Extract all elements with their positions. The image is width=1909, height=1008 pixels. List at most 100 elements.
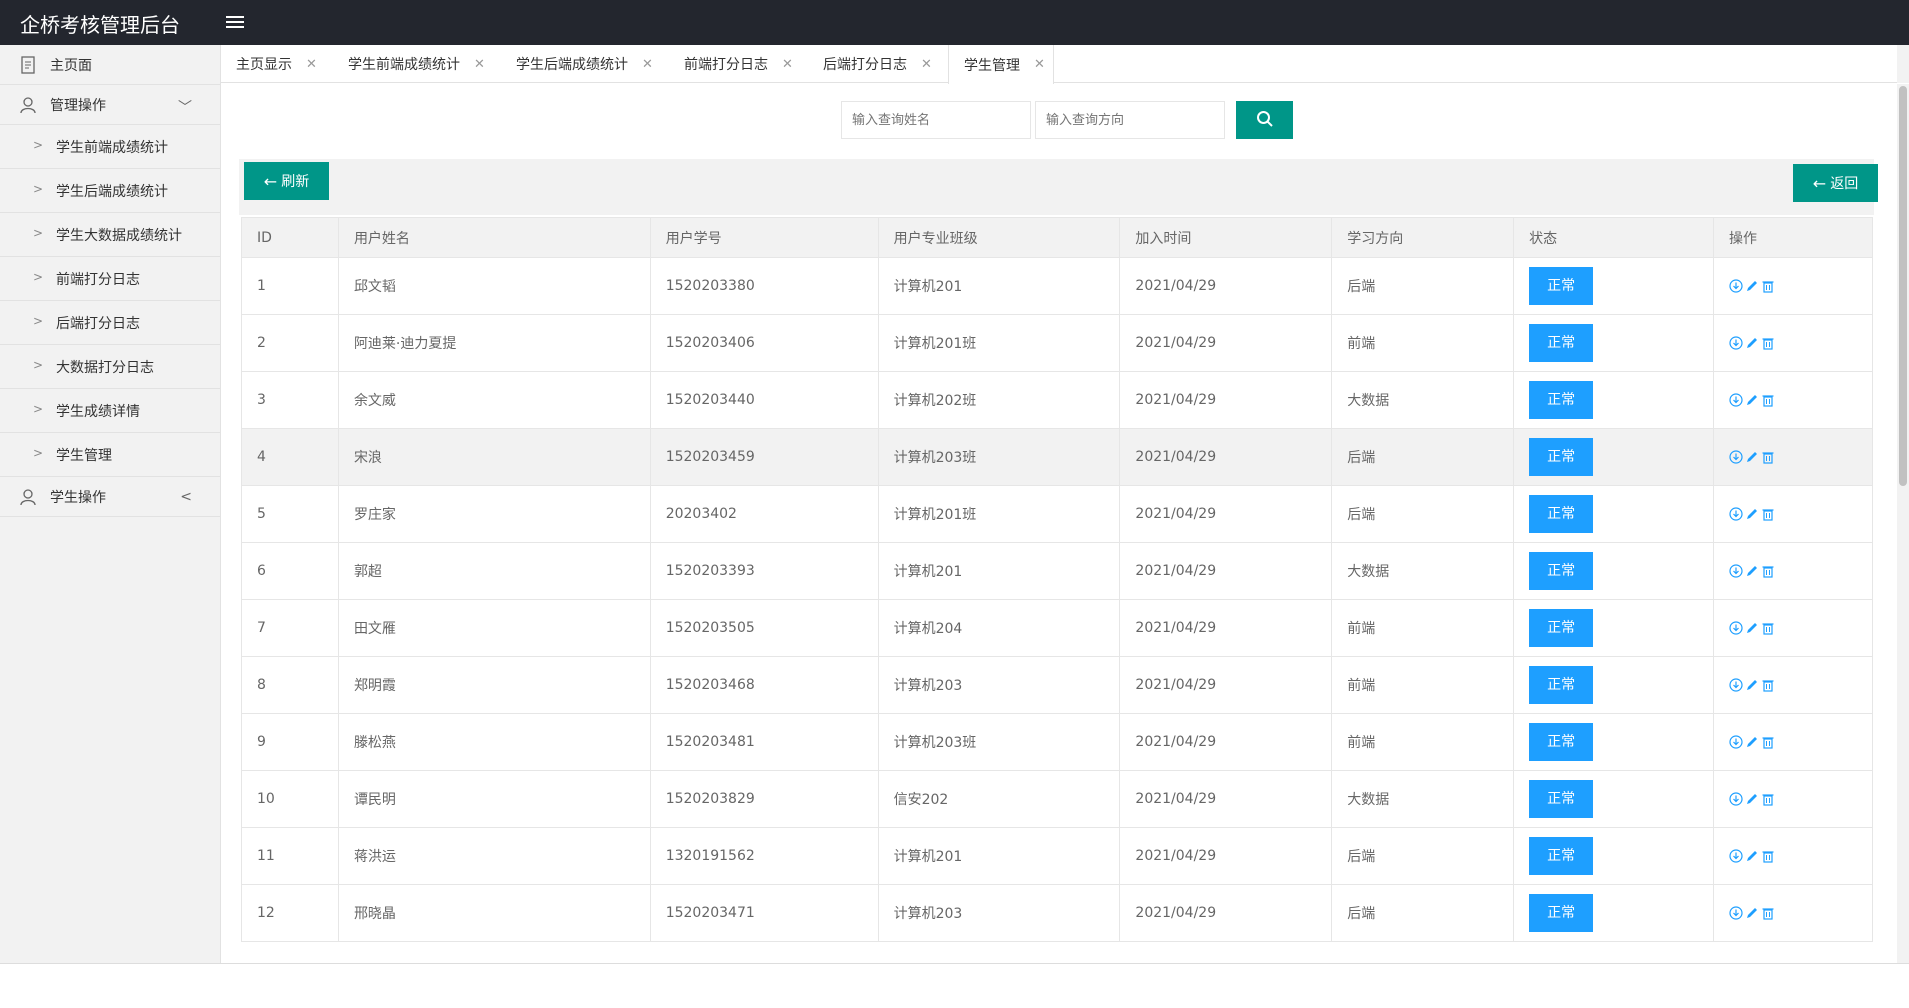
status-button[interactable]: 正常 bbox=[1529, 438, 1594, 476]
cell-student-id: 20203402 bbox=[649, 485, 879, 543]
sidebar-subitem[interactable]: > 后端打分日志 bbox=[0, 301, 220, 345]
status-button[interactable]: 正常 bbox=[1529, 381, 1594, 419]
delete-icon[interactable] bbox=[1761, 564, 1775, 578]
delete-icon[interactable] bbox=[1761, 279, 1775, 293]
menu-toggle-icon[interactable] bbox=[226, 16, 244, 30]
back-button[interactable]: ← 返回 bbox=[1793, 164, 1878, 202]
status-button[interactable]: 正常 bbox=[1529, 324, 1594, 362]
delete-icon[interactable] bbox=[1761, 735, 1775, 749]
sidebar-subitem[interactable]: > 学生管理 bbox=[0, 433, 220, 477]
delete-icon[interactable] bbox=[1761, 792, 1775, 806]
status-button[interactable]: 正常 bbox=[1529, 780, 1594, 818]
edit-icon[interactable] bbox=[1745, 393, 1759, 407]
download-icon[interactable] bbox=[1729, 849, 1743, 863]
delete-icon[interactable] bbox=[1761, 906, 1775, 920]
download-icon[interactable] bbox=[1729, 564, 1743, 578]
download-icon[interactable] bbox=[1729, 678, 1743, 692]
sidebar-subitem[interactable]: > 学生大数据成绩统计 bbox=[0, 213, 220, 257]
close-icon[interactable]: ✕ bbox=[1034, 57, 1045, 72]
download-icon[interactable] bbox=[1729, 906, 1743, 920]
close-icon[interactable]: ✕ bbox=[921, 57, 932, 72]
table-row: 4 宋浪 1520203459 计算机203班 2021/04/29 后端 正常 bbox=[241, 428, 1873, 486]
column-header[interactable]: 状态 bbox=[1513, 217, 1715, 258]
status-button[interactable]: 正常 bbox=[1529, 894, 1594, 932]
download-icon[interactable] bbox=[1729, 735, 1743, 749]
search-button[interactable] bbox=[1236, 101, 1293, 139]
chevron-right-icon: > bbox=[33, 226, 44, 240]
sidebar-subitem[interactable]: > 前端打分日志 bbox=[0, 257, 220, 301]
tab-home[interactable]: 主页显示 ✕ bbox=[221, 45, 317, 83]
sidebar-subitem[interactable]: > 大数据打分日志 bbox=[0, 345, 220, 389]
column-header[interactable]: 学习方向 bbox=[1331, 217, 1515, 258]
download-icon[interactable] bbox=[1729, 279, 1743, 293]
sidebar-subitem[interactable]: > 学生前端成绩统计 bbox=[0, 125, 220, 169]
edit-icon[interactable] bbox=[1745, 450, 1759, 464]
column-header[interactable]: 操作 bbox=[1713, 217, 1873, 258]
delete-icon[interactable] bbox=[1761, 336, 1775, 350]
edit-icon[interactable] bbox=[1745, 279, 1759, 293]
search-direction-input[interactable] bbox=[1035, 101, 1225, 139]
scrollbar-thumb[interactable] bbox=[1899, 86, 1907, 486]
column-header[interactable]: 用户姓名 bbox=[337, 217, 651, 258]
status-button[interactable]: 正常 bbox=[1529, 552, 1594, 590]
edit-icon[interactable] bbox=[1745, 507, 1759, 521]
edit-icon[interactable] bbox=[1745, 621, 1759, 635]
edit-icon[interactable] bbox=[1745, 792, 1759, 806]
delete-icon[interactable] bbox=[1761, 450, 1775, 464]
download-icon[interactable] bbox=[1729, 507, 1743, 521]
status-button[interactable]: 正常 bbox=[1529, 495, 1594, 533]
cell-actions bbox=[1713, 428, 1873, 486]
delete-icon[interactable] bbox=[1761, 393, 1775, 407]
tab-frontend-stats[interactable]: 学生前端成绩统计 ✕ bbox=[333, 45, 485, 83]
tab-backend-log[interactable]: 后端打分日志 ✕ bbox=[808, 45, 932, 83]
delete-icon[interactable] bbox=[1761, 678, 1775, 692]
edit-icon[interactable] bbox=[1745, 849, 1759, 863]
cell-name: 谭民明 bbox=[337, 770, 651, 828]
column-header[interactable]: ID bbox=[241, 217, 339, 258]
sidebar-item-manage[interactable]: 管理操作 ﹀ bbox=[0, 85, 220, 125]
cell-name: 郑明霞 bbox=[337, 656, 651, 714]
delete-icon[interactable] bbox=[1761, 849, 1775, 863]
vertical-scrollbar[interactable] bbox=[1897, 84, 1909, 963]
status-button[interactable]: 正常 bbox=[1529, 723, 1594, 761]
column-header[interactable]: 用户学号 bbox=[649, 217, 879, 258]
cell-status: 正常 bbox=[1513, 770, 1715, 828]
cell-name: 邱文韬 bbox=[337, 257, 651, 315]
edit-icon[interactable] bbox=[1745, 336, 1759, 350]
tab-frontend-log[interactable]: 前端打分日志 ✕ bbox=[669, 45, 793, 83]
search-name-input[interactable] bbox=[841, 101, 1031, 139]
edit-icon[interactable] bbox=[1745, 906, 1759, 920]
refresh-button[interactable]: ← 刷新 bbox=[244, 162, 329, 200]
sidebar-item-student-ops[interactable]: 学生操作 < bbox=[0, 477, 220, 517]
download-icon[interactable] bbox=[1729, 393, 1743, 407]
edit-icon[interactable] bbox=[1745, 678, 1759, 692]
download-icon[interactable] bbox=[1729, 450, 1743, 464]
column-header[interactable]: 加入时间 bbox=[1119, 217, 1333, 258]
close-icon[interactable]: ✕ bbox=[474, 57, 485, 72]
cell-status: 正常 bbox=[1513, 827, 1715, 885]
status-button[interactable]: 正常 bbox=[1529, 267, 1594, 305]
delete-icon[interactable] bbox=[1761, 621, 1775, 635]
download-icon[interactable] bbox=[1729, 336, 1743, 350]
close-icon[interactable]: ✕ bbox=[642, 57, 653, 72]
sidebar-item-home[interactable]: 主页面 bbox=[0, 45, 220, 85]
close-icon[interactable]: ✕ bbox=[782, 57, 793, 72]
delete-icon[interactable] bbox=[1761, 507, 1775, 521]
column-header[interactable]: 用户专业班级 bbox=[877, 217, 1121, 258]
cell-id: 2 bbox=[241, 314, 339, 372]
status-button[interactable]: 正常 bbox=[1529, 837, 1594, 875]
tab-student-manage[interactable]: 学生管理 ✕ bbox=[948, 45, 1054, 84]
download-icon[interactable] bbox=[1729, 621, 1743, 635]
status-button[interactable]: 正常 bbox=[1529, 666, 1594, 704]
download-icon[interactable] bbox=[1729, 792, 1743, 806]
chevron-down-icon: ﹀ bbox=[178, 100, 192, 116]
sidebar-subitem[interactable]: > 学生后端成绩统计 bbox=[0, 169, 220, 213]
close-icon[interactable]: ✕ bbox=[306, 57, 317, 72]
edit-icon[interactable] bbox=[1745, 564, 1759, 578]
cell-direction: 后端 bbox=[1331, 428, 1515, 486]
sidebar-subitem[interactable]: > 学生成绩详情 bbox=[0, 389, 220, 433]
edit-icon[interactable] bbox=[1745, 735, 1759, 749]
cell-student-id: 1520203471 bbox=[649, 884, 879, 942]
tab-backend-stats[interactable]: 学生后端成绩统计 ✕ bbox=[501, 45, 653, 83]
status-button[interactable]: 正常 bbox=[1529, 609, 1594, 647]
